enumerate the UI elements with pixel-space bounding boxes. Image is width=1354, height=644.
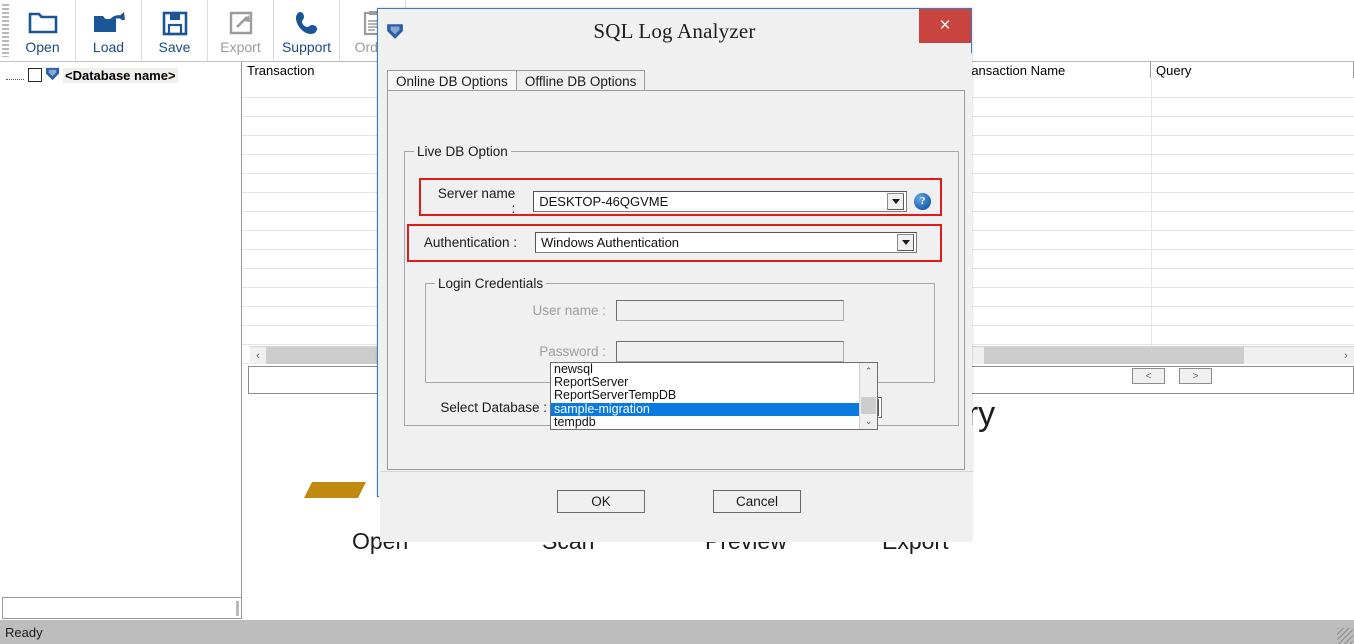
next-record-button[interactable]: > <box>1179 368 1212 384</box>
status-bar-text: Ready <box>5 625 43 640</box>
select-database-label: Select Database : <box>440 400 547 415</box>
password-row: Password : <box>448 341 918 362</box>
select-database-dropdown-list[interactable]: newsql ReportServer ReportServerTempDB s… <box>550 362 878 430</box>
folder-open-icon <box>28 8 58 38</box>
scroll-left-arrow-icon[interactable]: ‹ <box>250 347 266 364</box>
close-icon[interactable]: × <box>919 9 971 43</box>
database-tree-panel: <Database name> <box>0 61 242 619</box>
phone-icon <box>294 8 320 38</box>
toolbar-button-open-label: Open <box>25 39 60 55</box>
authentication-label: Authentication : <box>423 235 517 250</box>
dialog-body: Online DB Options Offline DB Options Liv… <box>379 53 973 542</box>
chevron-down-icon[interactable] <box>897 234 914 251</box>
grid-column-header-query[interactable]: Query <box>1151 61 1354 78</box>
toolbar-button-save[interactable]: Save <box>142 0 208 61</box>
toolbar-button-open[interactable]: Open <box>10 0 76 61</box>
scroll-down-arrow-icon[interactable]: ⌄ <box>860 413 877 429</box>
scroll-right-arrow-icon[interactable]: › <box>1338 347 1354 364</box>
user-name-row: User name : <box>448 300 918 321</box>
tree-panel-footer-field[interactable] <box>2 597 242 619</box>
tree-checkbox[interactable] <box>28 68 42 82</box>
toolbar-button-export[interactable]: Export <box>208 0 274 61</box>
status-bar: Ready <box>0 619 1354 644</box>
grid-column-header-transaction-name[interactable]: ransaction Name <box>962 61 1151 78</box>
previous-record-button[interactable]: < <box>1132 368 1165 384</box>
user-name-label: User name : <box>532 303 606 318</box>
scroll-up-arrow-icon[interactable]: ⌃ <box>860 363 877 379</box>
help-icon[interactable]: ? <box>914 192 931 210</box>
password-label: Password : <box>539 344 606 359</box>
export-arrow-icon <box>228 8 254 38</box>
app-shield-icon <box>386 22 404 40</box>
cancel-button[interactable]: Cancel <box>713 490 801 513</box>
dropdown-option-sample-migration[interactable]: sample-migration <box>551 402 859 416</box>
server-name-value: DESKTOP-46QGVME <box>539 193 669 209</box>
chevron-down-icon[interactable] <box>887 192 905 210</box>
login-credentials-group-title: Login Credentials <box>435 276 547 291</box>
database-shield-icon <box>45 66 60 84</box>
tab-offline-db-options[interactable]: Offline DB Options <box>515 70 646 91</box>
record-navigation: < > <box>1132 368 1212 384</box>
tree-item-database-root-label: <Database name> <box>63 67 178 83</box>
dropdown-scrollbar-thumb[interactable] <box>861 397 876 414</box>
toolbar-button-support-label: Support <box>281 39 332 55</box>
password-field[interactable] <box>616 341 844 362</box>
dialog-tabstrip: Online DB Options Offline DB Options <box>387 69 646 91</box>
toolbar-button-load[interactable]: Load <box>76 0 142 61</box>
tree-connector-line <box>6 71 24 80</box>
tree-item-database-root[interactable]: <Database name> <box>0 62 241 86</box>
authentication-value: Windows Authentication <box>541 235 680 250</box>
folder-load-icon <box>92 8 126 38</box>
live-db-option-group-title: Live DB Option <box>414 144 511 159</box>
dialog-title-bar[interactable]: SQL Log Analyzer × <box>378 9 971 53</box>
toolbar-button-save-label: Save <box>158 39 191 55</box>
dialog-button-bar: OK Cancel <box>380 471 973 542</box>
toolbar-button-export-label: Export <box>220 39 261 55</box>
toolbar-button-load-label: Load <box>92 39 125 55</box>
toolbar-gripper[interactable] <box>2 4 9 57</box>
dropdown-option-reportservertempdb[interactable]: ReportServerTempDB <box>551 389 859 402</box>
toolbar-button-support[interactable]: Support <box>274 0 340 61</box>
dropdown-options: newsql ReportServer ReportServerTempDB s… <box>551 362 859 429</box>
server-name-combobox[interactable]: DESKTOP-46QGVME <box>533 190 908 212</box>
floppy-save-icon <box>162 8 188 38</box>
scrollbar-thumb[interactable] <box>266 347 386 364</box>
window-resize-grip[interactable] <box>1337 628 1353 644</box>
user-name-field[interactable] <box>616 300 844 321</box>
dropdown-scrollbar[interactable]: ⌃ ⌄ <box>859 363 877 429</box>
authentication-row: Authentication : Windows Authentication <box>419 232 939 253</box>
authentication-combobox[interactable]: Windows Authentication <box>535 232 917 253</box>
server-name-row: Server name : DESKTOP-46QGVME ? <box>431 186 931 216</box>
dialog-title: SQL Log Analyzer <box>593 18 756 43</box>
tab-online-db-options[interactable]: Online DB Options <box>387 70 517 91</box>
ok-button[interactable]: OK <box>557 490 645 513</box>
server-name-label: Server name : <box>437 186 516 216</box>
dropdown-option-tempdb[interactable]: tempdb <box>551 415 859 429</box>
field-grip <box>236 601 239 616</box>
